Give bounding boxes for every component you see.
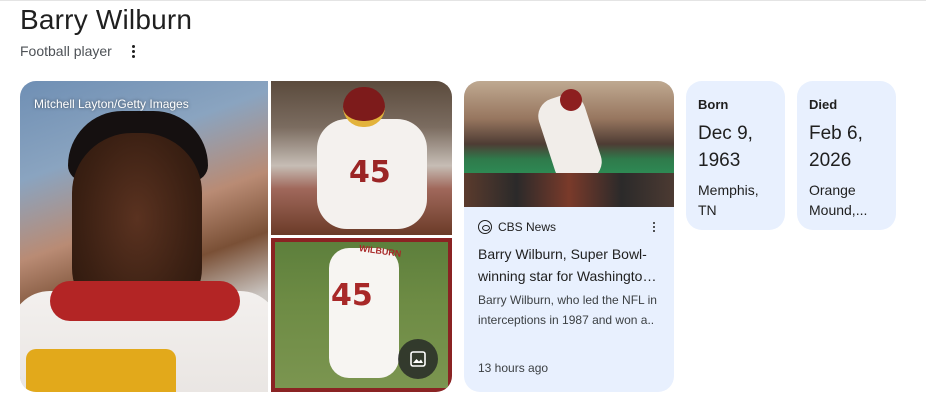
died-label: Died — [809, 97, 838, 112]
photo-credit: Mitchell Layton/Getty Images — [34, 97, 189, 111]
news-source-row: CBS News — [478, 220, 660, 234]
news-snippet: Barry Wilburn, who led the NFL in interc… — [478, 293, 657, 327]
image-collage: Mitchell Layton/Getty Images 45 WILBURN … — [20, 81, 452, 392]
subtitle-row: Football player — [20, 42, 142, 60]
photo-top-right[interactable]: 45 — [271, 81, 452, 235]
news-source: CBS News — [498, 220, 557, 234]
main-photo[interactable]: Mitchell Layton/Getty Images — [20, 81, 268, 392]
born-card[interactable]: Born Dec 9, 1963 Memphis, TN — [686, 81, 785, 230]
photo-bottom-right[interactable]: WILBURN 45 — [271, 238, 452, 392]
born-place: Memphis, TN — [698, 182, 759, 218]
news-more-icon[interactable] — [648, 220, 660, 234]
jersey-number: 45 — [349, 155, 391, 190]
cbs-eye-icon — [478, 220, 492, 234]
born-label: Born — [698, 97, 729, 112]
news-card[interactable]: CBS News Barry Wilburn, Super Bowl-winni… — [464, 81, 674, 392]
page-subtitle: Football player — [20, 43, 112, 59]
more-options-icon[interactable] — [126, 42, 142, 60]
image-icon[interactable] — [398, 339, 438, 379]
news-headline[interactable]: Barry Wilburn, Super Bowl-winning star f… — [478, 243, 662, 287]
died-card[interactable]: Died Feb 6, 2026 Orange Mound,... — [797, 81, 896, 230]
news-image — [464, 81, 674, 207]
jersey-number-back: 45 — [331, 278, 373, 313]
died-place: Orange Mound,... — [809, 182, 868, 218]
died-date: Feb 6, 2026 — [809, 123, 863, 171]
top-divider — [0, 0, 926, 1]
news-timestamp: 13 hours ago — [478, 361, 549, 375]
born-date: Dec 9, 1963 — [698, 123, 753, 171]
page-title: Barry Wilburn — [20, 4, 193, 35]
